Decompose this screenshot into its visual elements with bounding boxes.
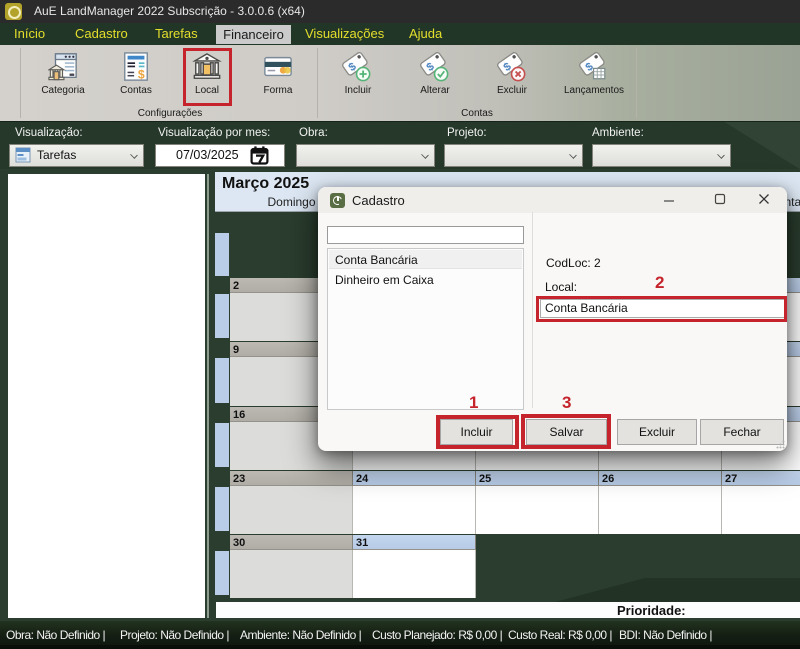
svg-text:$: $ <box>138 67 145 81</box>
